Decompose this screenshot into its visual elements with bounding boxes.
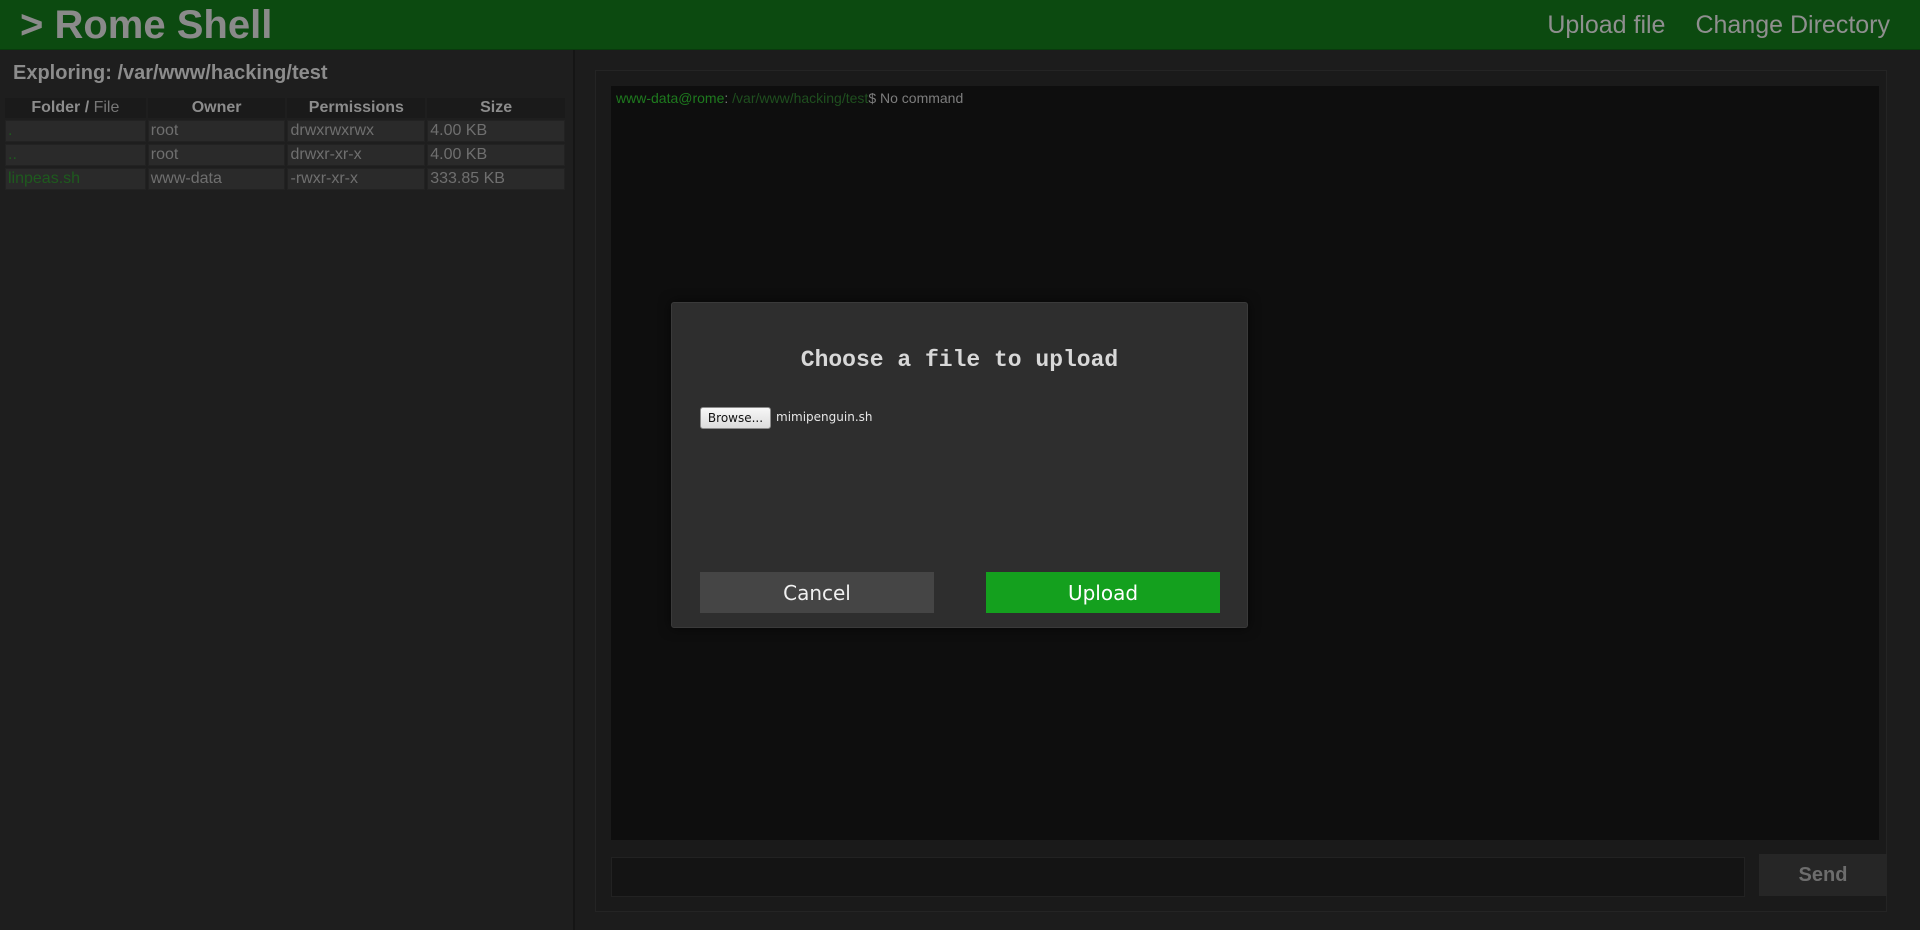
table-row[interactable]: .. root drwxr-xr-x 4.00 KB xyxy=(5,144,565,166)
header-separator: / xyxy=(80,99,94,116)
upload-button[interactable]: Upload xyxy=(986,572,1220,613)
top-nav: Upload file Change Directory xyxy=(1547,8,1890,42)
prompt-line: www-data@rome: /var/www/hacking/test$ No… xyxy=(616,90,963,106)
size-cell: 4.00 KB xyxy=(427,120,565,142)
column-header-size: Size xyxy=(427,98,565,118)
prompt-path: /var/www/hacking/test xyxy=(728,90,869,106)
prompt-user: www-data@rome xyxy=(616,90,725,106)
command-input[interactable] xyxy=(611,857,1745,897)
size-cell: 4.00 KB xyxy=(427,144,565,166)
file-name-cell[interactable]: .. xyxy=(5,144,146,166)
selected-file-name: mimipenguin.sh xyxy=(776,410,873,424)
folder-label: Folder xyxy=(31,99,81,116)
table-row[interactable]: linpeas.sh www-data -rwxr-xr-x 333.85 KB xyxy=(5,168,565,190)
permissions-cell: -rwxr-xr-x xyxy=(287,168,426,190)
modal-title: Choose a file to upload xyxy=(800,347,1119,373)
file-table: Folder / File Owner Permissions Size . r… xyxy=(3,96,567,192)
app-logo: > Rome Shell xyxy=(20,3,273,47)
command-output: No command xyxy=(876,90,964,106)
file-name-cell[interactable]: . xyxy=(5,120,146,142)
file-explorer: Exploring: /var/www/hacking/test Folder … xyxy=(0,50,575,930)
browse-button[interactable]: Browse... xyxy=(700,407,771,429)
permissions-cell: drwxr-xr-x xyxy=(287,144,426,166)
owner-cell: root xyxy=(147,144,286,166)
app-header: > Rome Shell Upload file Change Director… xyxy=(0,0,1920,50)
owner-cell: root xyxy=(147,120,286,142)
table-header-row: Folder / File Owner Permissions Size xyxy=(5,98,565,118)
cancel-button[interactable]: Cancel xyxy=(700,572,934,613)
permissions-cell: drwxrwxrwx xyxy=(287,120,426,142)
upload-file-link[interactable]: Upload file xyxy=(1547,8,1665,42)
owner-cell: www-data xyxy=(147,168,286,190)
upload-modal: Choose a file to upload Browse... mimipe… xyxy=(671,302,1248,628)
prompt-dollar: $ xyxy=(868,90,877,106)
change-directory-link[interactable]: Change Directory xyxy=(1695,8,1890,42)
column-header-owner: Owner xyxy=(147,98,286,118)
explorer-title: Exploring: /var/www/hacking/test xyxy=(13,62,328,84)
column-header-folder-file: Folder / File xyxy=(5,98,146,118)
size-cell: 333.85 KB xyxy=(427,168,565,190)
file-label: File xyxy=(93,99,120,116)
column-header-permissions: Permissions xyxy=(287,98,426,118)
file-name-cell[interactable]: linpeas.sh xyxy=(5,168,146,190)
send-button[interactable]: Send xyxy=(1759,854,1887,896)
table-row[interactable]: . root drwxrwxrwx 4.00 KB xyxy=(5,120,565,142)
